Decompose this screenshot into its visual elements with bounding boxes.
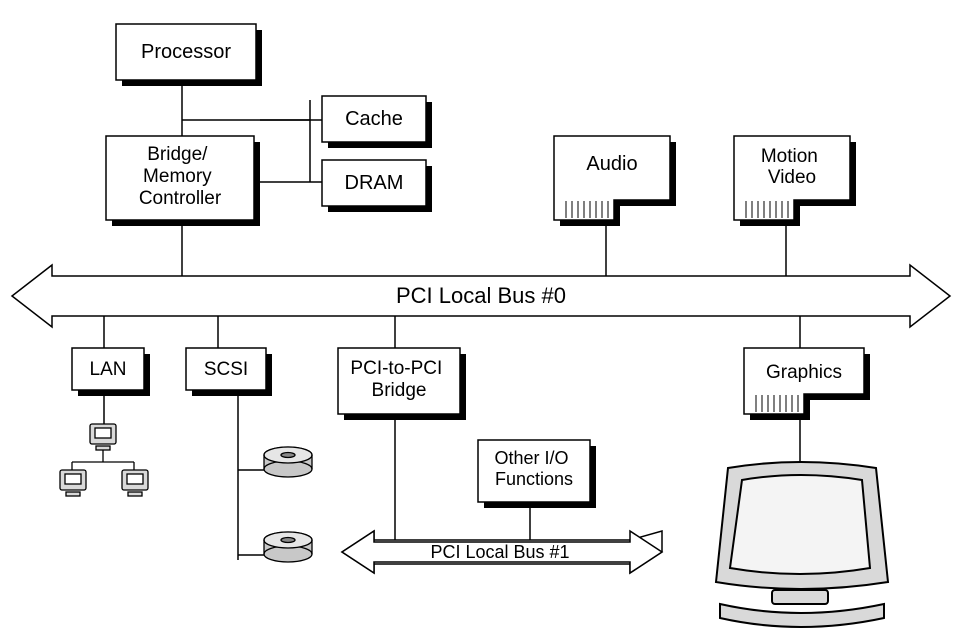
pci-to-pci-bridge-box: PCI-to-PCI Bridge (338, 348, 466, 420)
motion-video-card: Motion Video (734, 136, 856, 226)
lan-computers-icon (60, 424, 148, 496)
bus0-label: PCI Local Bus #0 (396, 283, 566, 308)
lan-box: LAN (72, 348, 150, 396)
svg-text:Motion Video: Motion Video (761, 146, 823, 188)
svg-text:Audio: Audio (586, 153, 637, 175)
pci-local-bus-1: PCI Local Bus #1 (342, 531, 662, 573)
cache-box: Cache (322, 96, 432, 148)
scsi-box: SCSI (186, 348, 272, 396)
dram-box: DRAM (322, 160, 432, 212)
svg-text:LAN: LAN (90, 359, 127, 380)
monitor-icon (716, 462, 888, 627)
svg-text:Graphics: Graphics (766, 362, 842, 383)
scsi-disks-icon (264, 447, 312, 562)
other-io-box: Other I/O Functions (478, 440, 596, 508)
bridge-memory-controller-box: Bridge/ Memory Controller (106, 136, 260, 226)
svg-text:Cache: Cache (345, 108, 403, 130)
graphics-card: Graphics (744, 348, 870, 420)
svg-text:DRAM: DRAM (345, 172, 404, 194)
svg-text:Other I/O Functions: Other I/O Functions (494, 448, 573, 489)
svg-text:SCSI: SCSI (204, 359, 248, 380)
processor-box: Processor (116, 24, 262, 86)
svg-text:Bridge/ Memory Con: Bridge/ Memory Controller (139, 144, 222, 209)
svg-text:Processor: Processor (141, 41, 231, 63)
audio-card: Audio (554, 136, 676, 226)
bus1-label: PCI Local Bus #1 (430, 542, 569, 562)
pci-local-bus-0: PCI Local Bus #0 (12, 265, 950, 327)
